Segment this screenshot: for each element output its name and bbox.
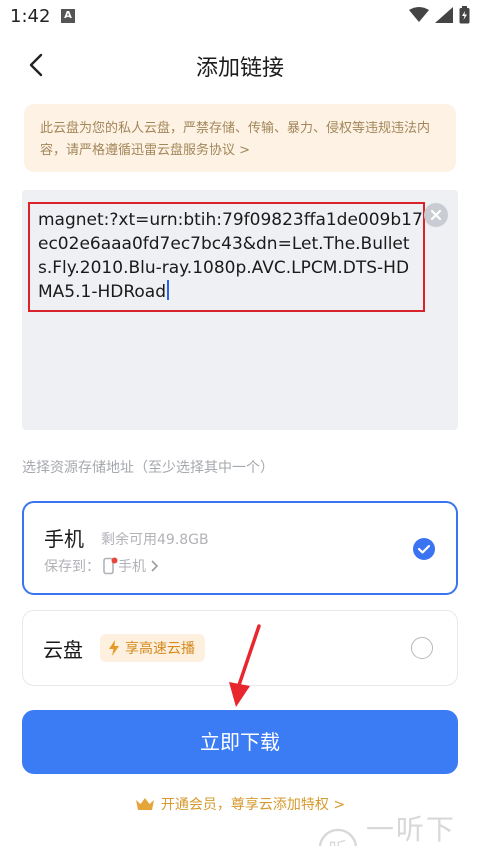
clear-input-button[interactable] — [424, 203, 448, 227]
close-icon — [430, 209, 442, 221]
arrow-annotation-icon — [229, 624, 261, 707]
crown-icon — [135, 798, 154, 810]
wifi-icon — [409, 7, 429, 22]
text-caret — [167, 280, 169, 300]
option-phone-title: 手机 — [44, 527, 84, 551]
battery-icon — [459, 6, 470, 24]
page-title: 添加链接 — [195, 56, 284, 81]
status-time: 1:42 — [10, 6, 51, 27]
link-input-field[interactable]: magnet:?xt=urn:btih:79f09823ffa1de009b17… — [28, 202, 425, 312]
badge-label: 享高速云播 — [125, 641, 195, 657]
save-location-row[interactable]: 保存到： 手机 — [44, 556, 161, 576]
download-now-button[interactable]: 立即下载 — [22, 710, 458, 774]
cloud-checkbox[interactable] — [411, 637, 433, 659]
home-bar — [0, 846, 480, 853]
storage-hint: 选择资源存储地址（至少选择其中一个） — [22, 460, 274, 476]
service-agreement-link[interactable]: 迅雷云盘服务协议 > — [131, 143, 250, 158]
phone-checkbox[interactable] — [413, 538, 435, 560]
high-speed-stream-badge: 享高速云播 — [100, 634, 205, 662]
nav-bar: 添加链接 — [0, 38, 480, 92]
link-input-value: magnet:?xt=urn:btih:79f09823ffa1de009b17… — [38, 210, 423, 302]
chevron-right-icon — [151, 560, 159, 572]
notification-icon: A — [61, 9, 75, 23]
save-target: 手机 — [118, 559, 146, 575]
save-prefix: 保存到： — [44, 559, 100, 575]
option-cloud-title: 云盘 — [43, 638, 83, 662]
signal-icon — [435, 7, 453, 23]
option-phone-space: 剩余可用49.8GB — [101, 532, 209, 548]
status-bar: 1:42 A — [0, 0, 480, 34]
status-icons — [409, 6, 470, 24]
check-icon — [417, 544, 431, 554]
lightning-icon — [109, 640, 119, 656]
phone-icon — [103, 557, 118, 575]
storage-option-phone[interactable]: 手机 剩余可用49.8GB 保存到： 手机 — [22, 501, 458, 595]
notice-banner: 此云盘为您的私人云盘，严禁存储、传输、暴力、侵权等违规违法内容，请严格遵循迅雷云… — [24, 104, 456, 172]
